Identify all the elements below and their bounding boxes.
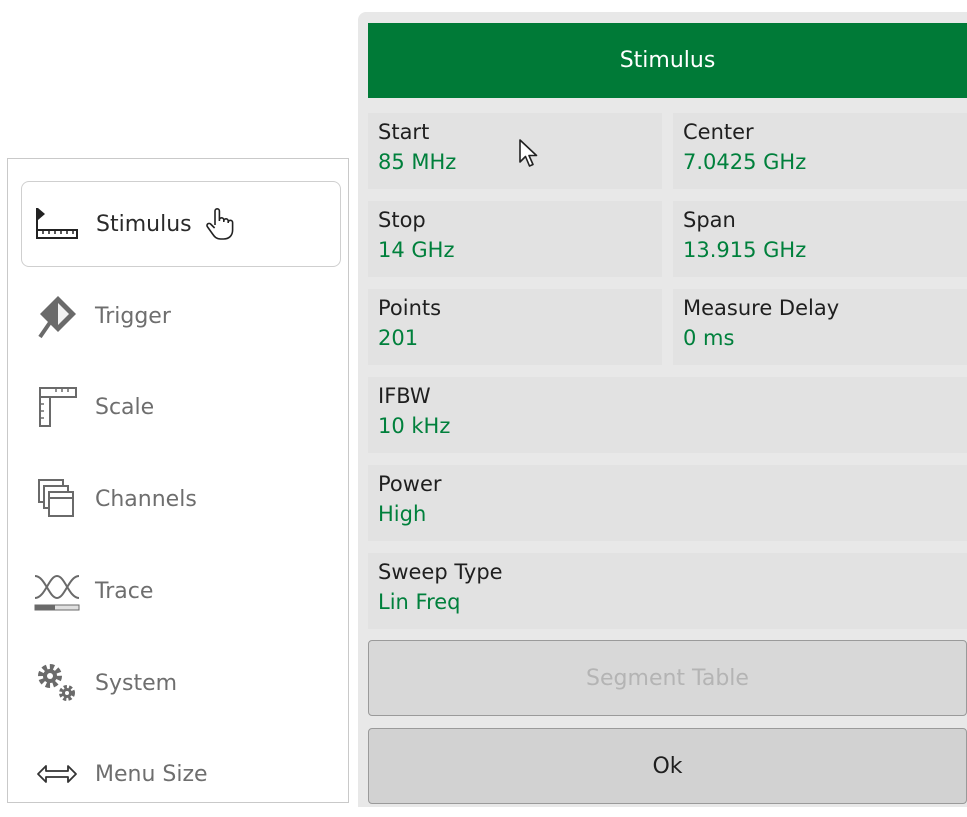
menu-item-stimulus[interactable]: Stimulus — [21, 181, 341, 267]
stimulus-ruler-icon — [30, 196, 86, 252]
menu-item-label: Menu Size — [95, 761, 208, 787]
field-value: Lin Freq — [378, 590, 461, 614]
measure-delay-field[interactable]: Measure Delay 0 ms — [673, 289, 967, 365]
field-value: 0 ms — [683, 326, 735, 350]
menu-item-label: Trigger — [95, 303, 171, 329]
field-label: Points — [378, 296, 442, 320]
menu-item-label: Scale — [95, 394, 155, 420]
resize-arrows-icon — [29, 746, 85, 802]
main-menu: Stimulus Trigger Scale Channels Trace Sy… — [7, 158, 349, 803]
gears-icon — [29, 655, 85, 711]
menu-item-trace[interactable]: Trace — [21, 548, 341, 634]
menu-item-label: System — [95, 670, 178, 696]
power-field[interactable]: Power High — [368, 465, 967, 541]
field-label: IFBW — [378, 384, 431, 408]
channels-icon — [29, 471, 85, 527]
menu-item-label: Channels — [95, 486, 197, 512]
points-field[interactable]: Points 201 — [368, 289, 662, 365]
field-label: Power — [378, 472, 442, 496]
panel-title: Stimulus — [368, 23, 967, 98]
ifbw-field[interactable]: IFBW 10 kHz — [368, 377, 967, 453]
ok-button[interactable]: Ok — [368, 728, 967, 804]
field-value: 14 GHz — [378, 238, 455, 262]
menu-item-menu-size[interactable]: Menu Size — [21, 731, 341, 817]
field-value: 10 kHz — [378, 414, 451, 438]
field-label: Stop — [378, 208, 426, 232]
field-value: 7.0425 GHz — [683, 150, 807, 174]
menu-item-channels[interactable]: Channels — [21, 456, 341, 542]
field-label: Center — [683, 120, 754, 144]
field-value: High — [378, 502, 427, 526]
menu-item-system[interactable]: System — [21, 640, 341, 726]
sweep-type-field[interactable]: Sweep Type Lin Freq — [368, 553, 967, 629]
trigger-icon — [29, 288, 85, 344]
menu-item-label: Stimulus — [96, 211, 192, 237]
field-value: 201 — [378, 326, 419, 350]
arrow-cursor-icon — [518, 138, 540, 174]
field-label: Span — [683, 208, 736, 232]
span-field[interactable]: Span 13.915 GHz — [673, 201, 967, 277]
trace-icon — [29, 563, 85, 619]
scale-icon — [29, 379, 85, 435]
start-field[interactable]: Start 85 MHz — [368, 113, 662, 189]
menu-item-trigger[interactable]: Trigger — [21, 273, 341, 359]
field-label: Measure Delay — [683, 296, 840, 320]
center-field[interactable]: Center 7.0425 GHz — [673, 113, 967, 189]
menu-item-label: Trace — [95, 578, 154, 604]
stimulus-panel: Stimulus Start 85 MHz Center 7.0425 GHz … — [358, 12, 967, 807]
menu-item-scale[interactable]: Scale — [21, 364, 341, 450]
field-label: Sweep Type — [378, 560, 503, 584]
field-value: 13.915 GHz — [683, 238, 807, 262]
hand-pointer-icon — [205, 207, 234, 241]
stop-field[interactable]: Stop 14 GHz — [368, 201, 662, 277]
segment-table-button[interactable]: Segment Table — [368, 640, 967, 716]
